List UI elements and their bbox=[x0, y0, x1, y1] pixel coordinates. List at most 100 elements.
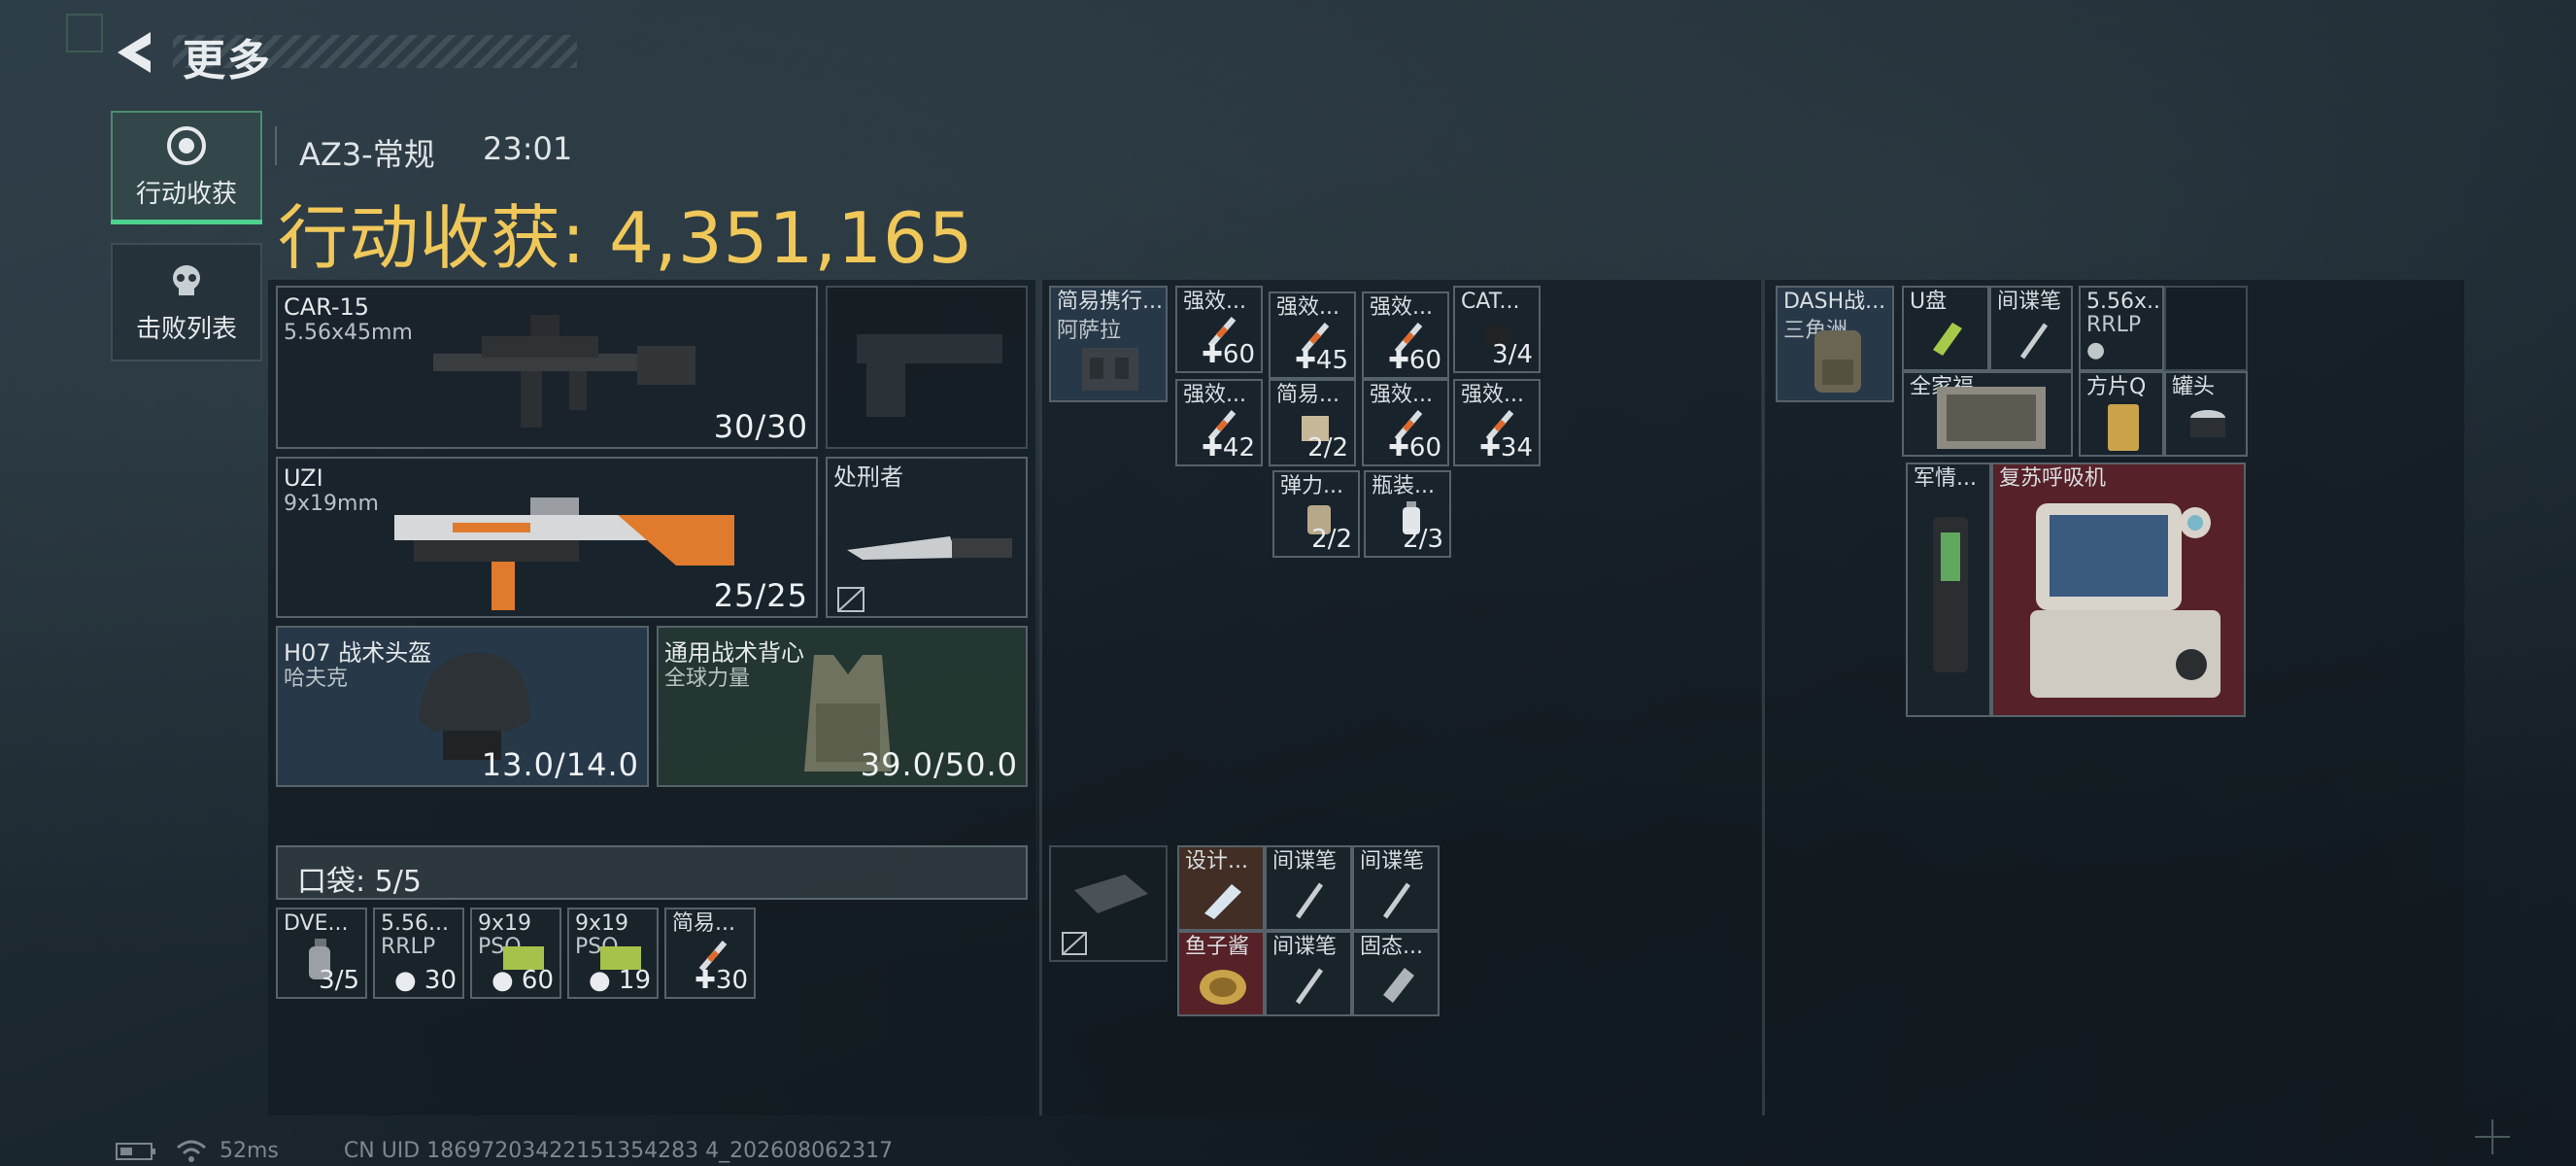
backpack-slot[interactable]: DASH战... 三角洲 bbox=[1776, 286, 1894, 402]
tab-action-income[interactable]: 行动收获 bbox=[111, 111, 262, 223]
rig-item[interactable]: 瓶装... 2/3 bbox=[1364, 470, 1451, 558]
spy-pen-icon bbox=[2019, 323, 2049, 360]
spy-pen-icon bbox=[1295, 882, 1324, 919]
backpack-item[interactable]: 罐头 bbox=[2164, 371, 2248, 457]
backpack-item[interactable]: 军情... bbox=[1906, 463, 1991, 717]
active-tab-indicator bbox=[111, 220, 262, 224]
rig-item[interactable]: 强效... ✚60 bbox=[1362, 292, 1449, 379]
match-time: 23:01 bbox=[483, 130, 573, 167]
safebox-item[interactable]: 固态... bbox=[1352, 931, 1440, 1016]
rig-item[interactable]: 弹力... 2/2 bbox=[1272, 470, 1360, 558]
spy-pen-icon bbox=[1295, 968, 1324, 1005]
back-button[interactable] bbox=[109, 27, 159, 78]
secondary-weapon-slot[interactable]: UZI 9x19mm 25/25 bbox=[276, 457, 818, 618]
safebox-slot[interactable] bbox=[1049, 845, 1168, 962]
item-count-wrap: ✚60 bbox=[1388, 346, 1441, 375]
item-name: 5.56x... bbox=[2086, 290, 2164, 314]
pocket-item[interactable]: DVE... 3/5 bbox=[276, 908, 367, 999]
rig-item[interactable]: 强效... ✚60 bbox=[1175, 286, 1263, 373]
design-drive-icon bbox=[1204, 884, 1241, 919]
armor-slot[interactable]: 通用战术背心 全球力量 39.0/50.0 bbox=[657, 626, 1028, 787]
backpack-item[interactable]: 方片Q bbox=[2079, 371, 2164, 457]
weapon-caliber: 9x19mm bbox=[284, 492, 379, 516]
backpack-item[interactable]: 间谍笔 bbox=[1989, 286, 2073, 371]
caviar-tin-icon bbox=[1200, 970, 1246, 1005]
battery-icon bbox=[116, 1143, 155, 1160]
uid-text: CN UID 18697203422151354283 4_2026080623… bbox=[343, 1139, 894, 1163]
safebox-item[interactable]: 间谍笔 bbox=[1265, 931, 1352, 1016]
item-count: 42 bbox=[1222, 433, 1255, 463]
wifi-icon bbox=[177, 1140, 206, 1162]
item-name: 强效... bbox=[1370, 383, 1433, 407]
item-name: U盘 bbox=[1910, 290, 1948, 314]
ssd-icon bbox=[1383, 968, 1414, 1003]
backpack-item[interactable]: U盘 bbox=[1902, 286, 1989, 371]
rig-item[interactable]: CAT... 3/4 bbox=[1453, 286, 1541, 373]
weapon-ammo: 30/30 bbox=[713, 408, 808, 445]
item-name: 9x19 bbox=[575, 911, 629, 936]
weapon-name: CAR-15 bbox=[284, 293, 370, 321]
income-total: 行动收获: 4,351,165 bbox=[278, 181, 974, 283]
item-name: 简易... bbox=[1276, 383, 1339, 407]
backpack-item[interactable]: 全家福 bbox=[1902, 371, 2073, 457]
item-name: 军情... bbox=[1914, 466, 1977, 491]
holster-slot-empty[interactable] bbox=[826, 286, 1028, 449]
backpack-item-rare[interactable]: 复苏呼吸机 bbox=[1991, 463, 2246, 717]
item-name: 强效... bbox=[1370, 295, 1433, 320]
pocket-title: 口袋: bbox=[297, 865, 366, 899]
backpack-item[interactable]: 5.56x... RRLP ● bbox=[2079, 286, 2164, 371]
knife-icon bbox=[847, 536, 1012, 560]
pocket-item[interactable]: 5.56... RRLP ● 30 bbox=[373, 908, 464, 999]
item-name: 间谍笔 bbox=[1272, 849, 1338, 874]
rig-item[interactable]: 简易... 2/2 bbox=[1269, 379, 1356, 466]
smg-icon bbox=[394, 497, 734, 610]
weapon-ammo: 25/25 bbox=[713, 577, 808, 614]
primary-weapon-slot[interactable]: CAR-15 5.56x45mm 30/30 bbox=[276, 286, 818, 449]
chest-rig-slot[interactable]: 简易携行... 阿萨拉 bbox=[1049, 286, 1168, 402]
item-count: 45 bbox=[1315, 346, 1348, 375]
tab-defeat-list[interactable]: 击败列表 bbox=[111, 243, 262, 361]
item-name: 间谍笔 bbox=[1997, 290, 2062, 314]
safebox-item[interactable]: 鱼子酱 bbox=[1177, 931, 1265, 1016]
item-name: 弹力... bbox=[1280, 474, 1343, 498]
item-name: 强效... bbox=[1183, 383, 1246, 407]
item-count: 3/5 bbox=[319, 966, 359, 995]
item-name: 复苏呼吸机 bbox=[1999, 466, 2107, 491]
armor-brand: 全球力量 bbox=[664, 667, 751, 691]
item-sub: RRLP bbox=[381, 935, 436, 959]
helmet-slot[interactable]: H07 战术头盔 哈夫克 13.0/14.0 bbox=[276, 626, 649, 787]
tab-label: 行动收获 bbox=[135, 179, 237, 209]
item-count-wrap: ✚34 bbox=[1479, 433, 1533, 463]
safebox-item[interactable]: 间谍笔 bbox=[1265, 845, 1352, 931]
item-name: 瓶装... bbox=[1372, 474, 1435, 498]
item-name: 鱼子酱 bbox=[1185, 935, 1250, 959]
backpack-empty-slot[interactable] bbox=[2164, 286, 2248, 371]
tab-label: 击败列表 bbox=[135, 314, 237, 344]
item-name: 强效... bbox=[1461, 383, 1524, 407]
safebox-item[interactable]: 设计... bbox=[1177, 845, 1265, 931]
item-count: 60 bbox=[521, 966, 554, 995]
item-name: DVE... bbox=[284, 911, 349, 936]
safebox-item[interactable]: 间谍笔 bbox=[1352, 845, 1440, 931]
rig-item[interactable]: 强效... ✚45 bbox=[1269, 292, 1356, 379]
safebox-icon bbox=[1074, 874, 1148, 913]
pocket-item[interactable]: 简易... ✚30 bbox=[664, 908, 756, 999]
ping-text: 52ms bbox=[220, 1139, 279, 1163]
ammo-dot-icon: ● bbox=[2086, 338, 2106, 362]
item-count: 30 bbox=[424, 966, 457, 995]
pocket-item[interactable]: 9x19 PSO ● 19 bbox=[567, 908, 659, 999]
rifle-icon bbox=[433, 315, 695, 428]
item-name: 简易... bbox=[672, 911, 735, 936]
pocket-label: 口袋: 5/5 bbox=[297, 857, 422, 900]
pocket-header: 口袋: 5/5 bbox=[276, 845, 1028, 900]
melee-slot[interactable]: 处刑者 bbox=[826, 457, 1028, 618]
rig-item[interactable]: 强效... ✚34 bbox=[1453, 379, 1541, 466]
rig-item[interactable]: 强效... ✚60 bbox=[1362, 379, 1449, 466]
backpack-name: DASH战... bbox=[1783, 290, 1886, 314]
rig-item[interactable]: 强效... ✚42 bbox=[1175, 379, 1263, 466]
corner-marker bbox=[66, 14, 103, 52]
playing-card-icon bbox=[2108, 404, 2139, 451]
income-value: 4,351,165 bbox=[609, 197, 974, 279]
weapon-caliber: 5.56x45mm bbox=[284, 321, 413, 345]
pocket-item[interactable]: 9x19 PSO ● 60 bbox=[470, 908, 561, 999]
